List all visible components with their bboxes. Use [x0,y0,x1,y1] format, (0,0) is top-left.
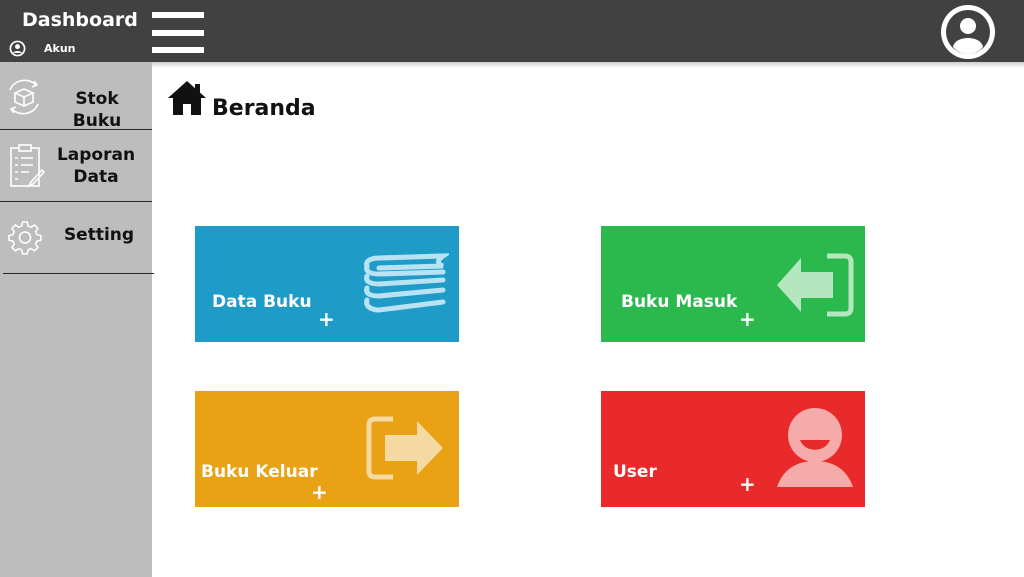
sign-out-arrow-icon [366,416,443,480]
home-icon [168,81,206,115]
plus-icon[interactable]: + [739,307,756,331]
box-cycle-icon [9,79,39,115]
tile-user[interactable]: User + [601,391,865,507]
tile-buku-keluar[interactable]: Buku Keluar + [195,391,459,507]
tile-buku-masuk[interactable]: Buku Masuk + [601,226,865,342]
top-bar: Dashboard Akun [0,0,1024,62]
sidebar-item-label: Setting [63,225,135,245]
topbar-shadow [152,62,1024,68]
sidebar-item-label: Stok Buku [72,89,122,131]
sidebar-item-stok-buku[interactable]: Stok Buku [0,62,152,131]
account-link[interactable]: Akun [44,42,76,55]
books-icon [364,253,449,313]
sidebar-item-setting[interactable]: Setting [3,202,154,274]
tile-label: Buku Keluar [201,462,318,482]
sidebar: Stok Buku Laporan Data Setting [0,62,154,577]
page-title: Beranda [212,96,316,121]
plus-icon[interactable]: + [318,307,335,331]
clipboard-icon [10,144,45,188]
gear-icon [8,221,42,255]
tile-data-buku[interactable]: Data Buku + [195,226,459,342]
avatar-icon[interactable] [939,3,997,61]
plus-icon[interactable]: + [739,472,756,496]
sidebar-item-label: Laporan Data [56,145,136,187]
app-title: Dashboard [22,9,138,31]
user-icon [777,408,853,487]
user-circle-icon[interactable] [9,40,26,57]
hamburger-icon[interactable] [152,12,204,54]
tile-label: Data Buku [212,292,312,312]
tile-label: User [613,462,657,482]
sign-in-arrow-icon [777,253,854,317]
sidebar-item-laporan-data[interactable]: Laporan Data [0,130,152,202]
plus-icon[interactable]: + [311,480,328,504]
tile-label: Buku Masuk [621,292,738,312]
